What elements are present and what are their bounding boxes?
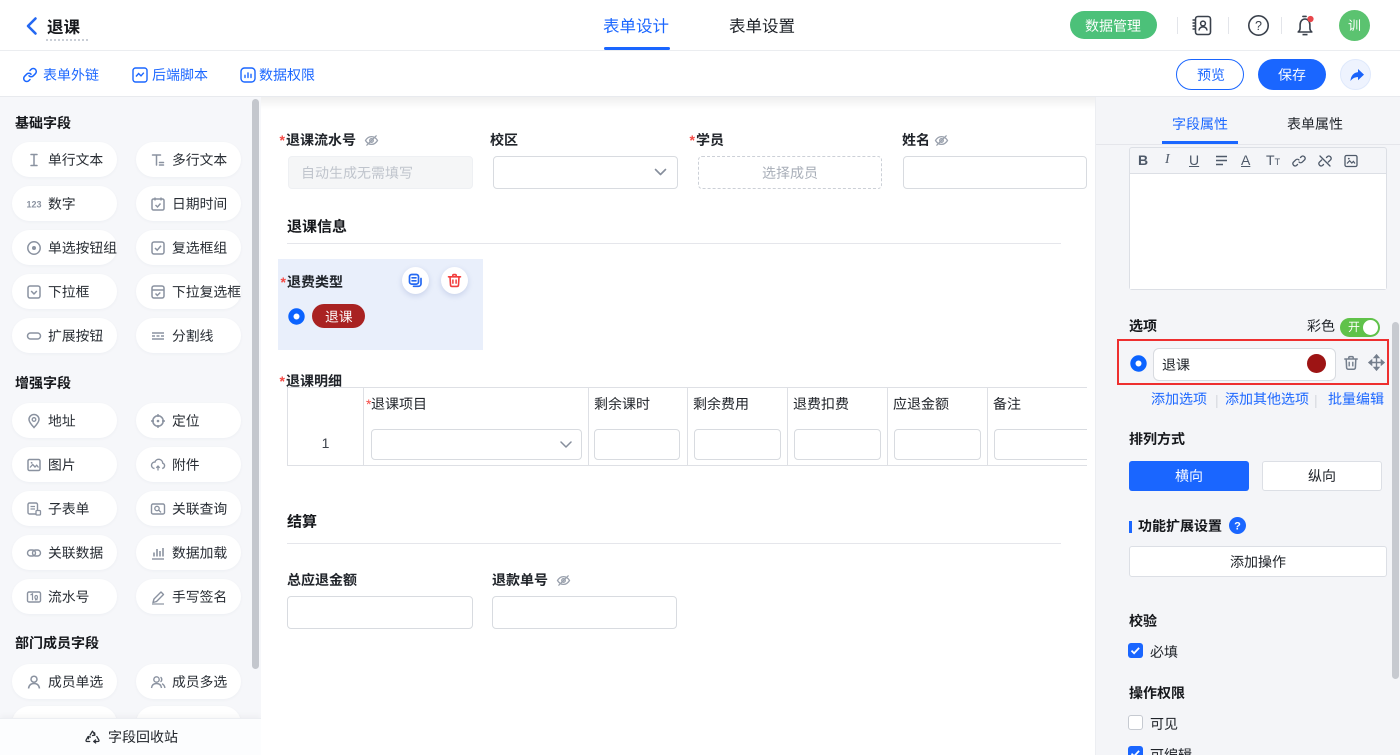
svg-text:123: 123 <box>26 199 41 209</box>
svg-text:?: ? <box>1255 19 1262 33</box>
svg-text:?: ? <box>1234 521 1241 533</box>
